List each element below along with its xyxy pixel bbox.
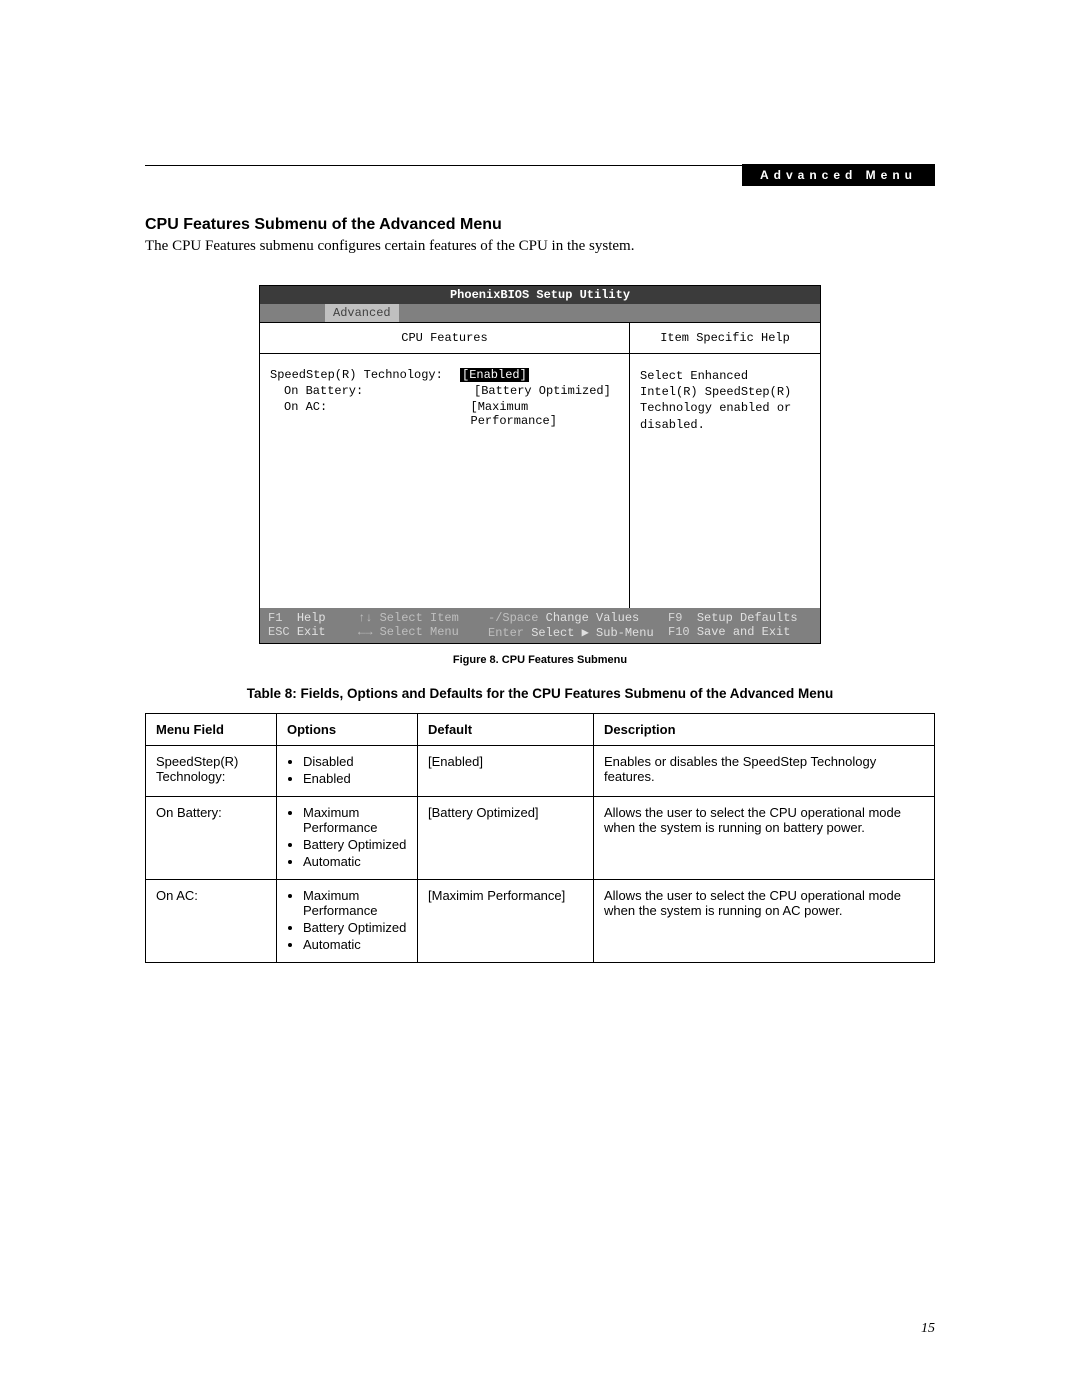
table-row: SpeedStep(R) Technology: Disabled Enable…	[146, 746, 935, 797]
bios-right-header: Item Specific Help	[630, 323, 820, 354]
cell-menu-field: On AC:	[146, 880, 277, 963]
bios-tab-row: Advanced	[260, 304, 820, 322]
bios-help-text: Select Enhanced Intel(R) SpeedStep(R) Te…	[630, 354, 820, 447]
intro-paragraph: The CPU Features submenu configures cert…	[145, 238, 935, 255]
document-page: Advanced Menu CPU Features Submenu of th…	[0, 0, 1080, 1397]
bios-title: PhoenixBIOS Setup Utility	[260, 286, 820, 304]
option-item: Enabled	[303, 771, 407, 786]
bios-setting-value: [Battery Optimized]	[474, 384, 611, 398]
bios-key-label: Select Menu	[380, 625, 459, 639]
figure-caption: Figure 8. CPU Features Submenu	[145, 654, 935, 666]
table-row: On Battery: Maximum Performance Battery …	[146, 797, 935, 880]
cell-default: [Battery Optimized]	[418, 797, 594, 880]
bios-key-label: Select Item	[380, 611, 459, 625]
bios-settings-list: SpeedStep(R) Technology: [Enabled] On Ba…	[260, 354, 629, 608]
option-item: Battery Optimized	[303, 920, 407, 935]
bios-footer-row: F1 Help ↑↓ Select Item -/Space Change Va…	[268, 611, 812, 625]
bios-setting-value: [Maximum Performance]	[471, 400, 619, 428]
bios-footer: F1 Help ↑↓ Select Item -/Space Change Va…	[260, 608, 820, 643]
table-row: On AC: Maximum Performance Battery Optim…	[146, 880, 935, 963]
bios-key-label: Save and Exit	[697, 625, 791, 639]
col-options: Options	[277, 714, 418, 746]
bios-setting-label: SpeedStep(R) Technology:	[270, 368, 460, 382]
bios-left-header: CPU Features	[260, 323, 629, 354]
cell-options: Maximum Performance Battery Optimized Au…	[277, 880, 418, 963]
bios-setting-row: SpeedStep(R) Technology: [Enabled]	[270, 368, 619, 382]
bios-key-f9: F9	[668, 611, 682, 625]
bios-key-f1: F1	[268, 611, 282, 625]
bios-key-minus-space: -/Space	[488, 611, 538, 625]
col-default: Default	[418, 714, 594, 746]
arrow-updown-icon: ↑↓	[358, 611, 372, 625]
bios-footer-row: ESC Exit ←→ Select Menu Enter Select ▶ S…	[268, 625, 812, 640]
option-item: Maximum Performance	[303, 805, 407, 835]
bios-setting-value-selected: [Enabled]	[460, 368, 529, 382]
cell-description: Allows the user to select the CPU operat…	[594, 880, 935, 963]
arrow-leftright-icon: ←→	[358, 625, 372, 639]
bios-key-label: Help	[297, 611, 326, 625]
cell-default: [Maximim Performance]	[418, 880, 594, 963]
bios-key-esc: ESC	[268, 625, 290, 639]
option-item: Battery Optimized	[303, 837, 407, 852]
cell-description: Enables or disables the SpeedStep Techno…	[594, 746, 935, 797]
bios-left-pane: CPU Features SpeedStep(R) Technology: [E…	[260, 323, 630, 608]
cell-menu-field: On Battery:	[146, 797, 277, 880]
bios-key-label: Setup Defaults	[697, 611, 798, 625]
bios-right-pane: Item Specific Help Select Enhanced Intel…	[630, 323, 820, 608]
bios-setting-row: On Battery: [Battery Optimized]	[270, 384, 619, 398]
page-number: 15	[921, 1321, 935, 1337]
fields-table: Menu Field Options Default Description S…	[145, 713, 935, 963]
cell-options: Disabled Enabled	[277, 746, 418, 797]
option-item: Maximum Performance	[303, 888, 407, 918]
cell-default: [Enabled]	[418, 746, 594, 797]
option-item: Automatic	[303, 854, 407, 869]
table-caption: Table 8: Fields, Options and Defaults fo…	[145, 686, 935, 701]
table-header-row: Menu Field Options Default Description	[146, 714, 935, 746]
bios-key-enter: Enter	[488, 626, 524, 640]
bios-key-label: Select ▶ Sub-Menu	[531, 626, 653, 640]
bios-key-label: Exit	[297, 625, 326, 639]
bios-screenshot: PhoenixBIOS Setup Utility Advanced CPU F…	[259, 285, 821, 644]
bios-key-f10: F10	[668, 625, 690, 639]
col-description: Description	[594, 714, 935, 746]
cell-options: Maximum Performance Battery Optimized Au…	[277, 797, 418, 880]
section-heading: CPU Features Submenu of the Advanced Men…	[145, 216, 935, 234]
bios-setting-row: On AC: [Maximum Performance]	[270, 400, 619, 428]
bios-tab-advanced: Advanced	[325, 304, 399, 322]
bios-key-label: Change Values	[546, 611, 640, 625]
option-item: Automatic	[303, 937, 407, 952]
cell-menu-field: SpeedStep(R) Technology:	[146, 746, 277, 797]
option-item: Disabled	[303, 754, 407, 769]
bios-body: CPU Features SpeedStep(R) Technology: [E…	[260, 322, 820, 608]
bios-setting-label: On AC:	[270, 400, 471, 428]
col-menu-field: Menu Field	[146, 714, 277, 746]
bios-setting-label: On Battery:	[270, 384, 474, 398]
header-tab: Advanced Menu	[742, 164, 935, 186]
cell-description: Allows the user to select the CPU operat…	[594, 797, 935, 880]
